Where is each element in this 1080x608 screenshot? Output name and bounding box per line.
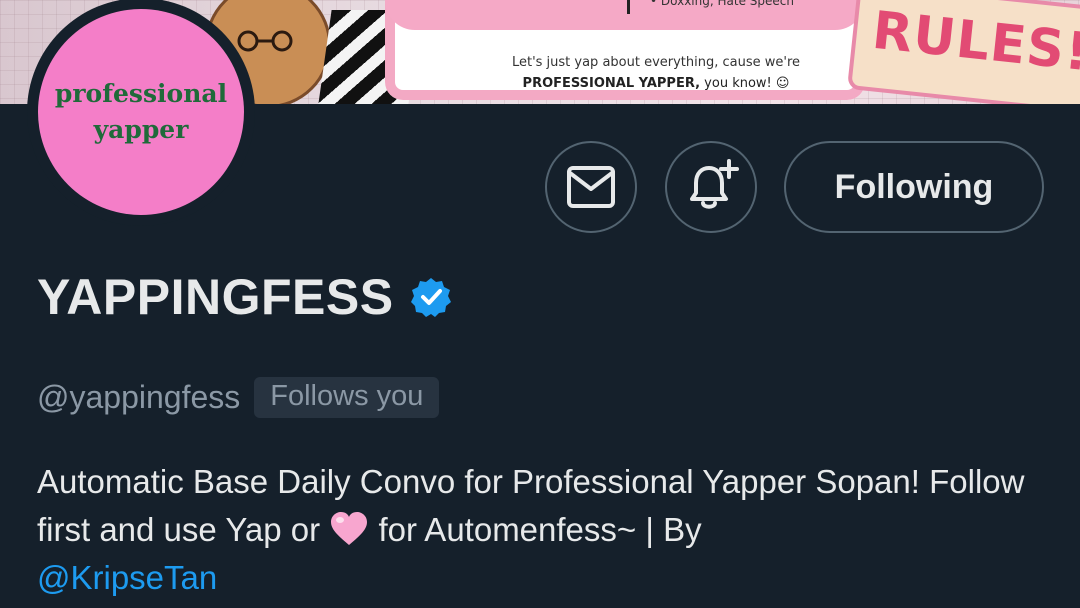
bell-plus-icon [690, 159, 739, 209]
following-button[interactable]: Following [784, 141, 1044, 233]
avatar-text-line2: yapper [93, 115, 189, 144]
notifications-button[interactable] [665, 141, 757, 233]
avatar[interactable]: professional yapper [38, 9, 244, 215]
verified-badge-icon[interactable] [410, 276, 452, 318]
banner-tagline-2: PROFESSIONAL YAPPER, you know! ☺ [386, 76, 926, 91]
follows-you-badge: Follows you [254, 377, 440, 418]
banner-tagline-bold: PROFESSIONAL YAPPER, [522, 76, 701, 91]
display-name: YAPPINGFESS [37, 269, 394, 325]
bio-text-2: for Automenfess~ | By [369, 511, 702, 548]
banner-tagline: Let's just yap about everything, cause w… [511, 55, 801, 70]
bio-mention-link[interactable]: @KripseTan [37, 559, 217, 596]
banner-rule-text: • Doxxing, Hate Speech [650, 0, 794, 8]
profile-bio: Automatic Base Daily Convo for Professio… [37, 458, 1047, 602]
banner-divider [627, 0, 630, 14]
message-button[interactable] [545, 141, 637, 233]
mail-icon [567, 166, 615, 208]
banner-tagline-rest: you know! ☺ [700, 76, 790, 91]
handle-row: @yappingfess Follows you [37, 377, 440, 418]
glasses-icon [237, 30, 293, 52]
avatar-text-line1: professional [54, 79, 228, 108]
user-handle: @yappingfess [37, 379, 241, 415]
name-row: YAPPINGFESS [37, 268, 452, 326]
pink-heart-icon [331, 512, 368, 545]
profile-page: • Doxxing, Hate Speech Let's just yap ab… [0, 0, 1080, 608]
